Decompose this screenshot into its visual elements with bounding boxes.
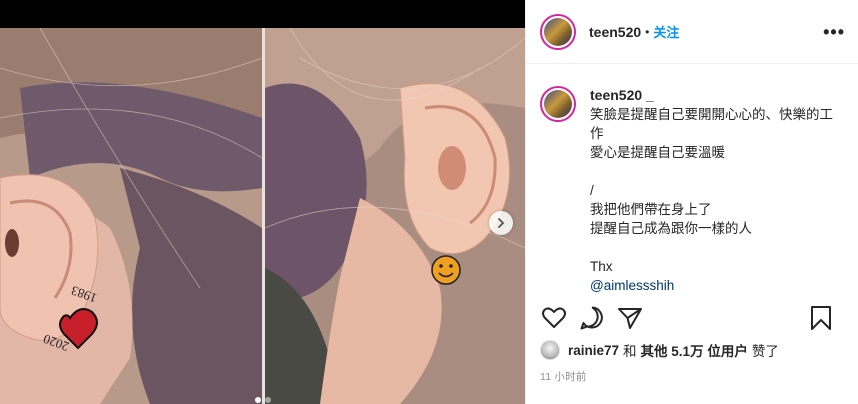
post-timestamp[interactable]: 11 小时前 — [540, 369, 587, 384]
bookmark-icon[interactable] — [807, 304, 835, 332]
post-caption: teen520 _ 笑臉是提醒自己要開開心心的、快樂的工作 愛心是提醒自己要溫暖… — [540, 86, 845, 292]
caption-avatar[interactable] — [540, 86, 576, 122]
caption-line: 愛心是提醒自己要溫暖 — [590, 145, 725, 160]
post-media[interactable]: 1983 2020 — [0, 28, 525, 404]
carousel-next-button[interactable] — [489, 211, 513, 235]
likes-summary: rainie77 和 其他 5.1万 位用户 赞了 — [540, 340, 779, 360]
liker-username[interactable]: rainie77 — [568, 343, 619, 358]
caption-line — [590, 162, 845, 181]
carousel-indicators — [255, 397, 271, 403]
carousel-dot-1 — [255, 397, 261, 403]
likes-count-link[interactable]: 其他 5.1万 位用户 — [641, 340, 748, 360]
post-sidebar: teen520 • 关注 ••• teen520 _ 笑臉是提醒自己要開開心心的… — [525, 0, 858, 404]
author-avatar[interactable] — [540, 13, 576, 50]
caption-mention-link[interactable]: @aimlessshih — [590, 276, 845, 292]
likes-suffix: 赞了 — [751, 344, 779, 359]
likes-connector: 和 — [623, 344, 637, 359]
caption-line: Thx — [590, 259, 613, 274]
carousel-dot-2 — [265, 397, 271, 403]
caption-line — [590, 238, 845, 257]
caption-username[interactable]: teen520 _ — [590, 86, 845, 105]
action-bar — [540, 304, 845, 332]
top-bar — [0, 0, 525, 28]
post-photo: 1983 2020 — [0, 28, 525, 404]
heart-icon[interactable] — [540, 304, 568, 332]
chevron-right-icon — [498, 218, 505, 228]
liker-avatar[interactable] — [540, 340, 560, 360]
header-separator: • — [645, 24, 650, 39]
share-icon[interactable] — [616, 304, 644, 332]
more-icon[interactable]: ••• — [823, 22, 845, 43]
post-dialog: 1983 2020 teen520 • 关注 ••• teen520 _ 笑臉是… — [0, 0, 858, 404]
author-username[interactable]: teen520 — [589, 24, 641, 40]
caption-line: 提醒自己成為跟你一樣的人 — [590, 221, 752, 236]
follow-button[interactable]: 关注 — [653, 22, 679, 41]
caption-line: 我把他們帶在身上了 — [590, 202, 712, 217]
caption-line: 笑臉是提醒自己要開開心心的、快樂的工作 — [590, 107, 833, 141]
comment-icon[interactable] — [578, 304, 606, 332]
post-header: teen520 • 关注 ••• — [526, 0, 858, 64]
caption-line: / — [590, 183, 594, 198]
